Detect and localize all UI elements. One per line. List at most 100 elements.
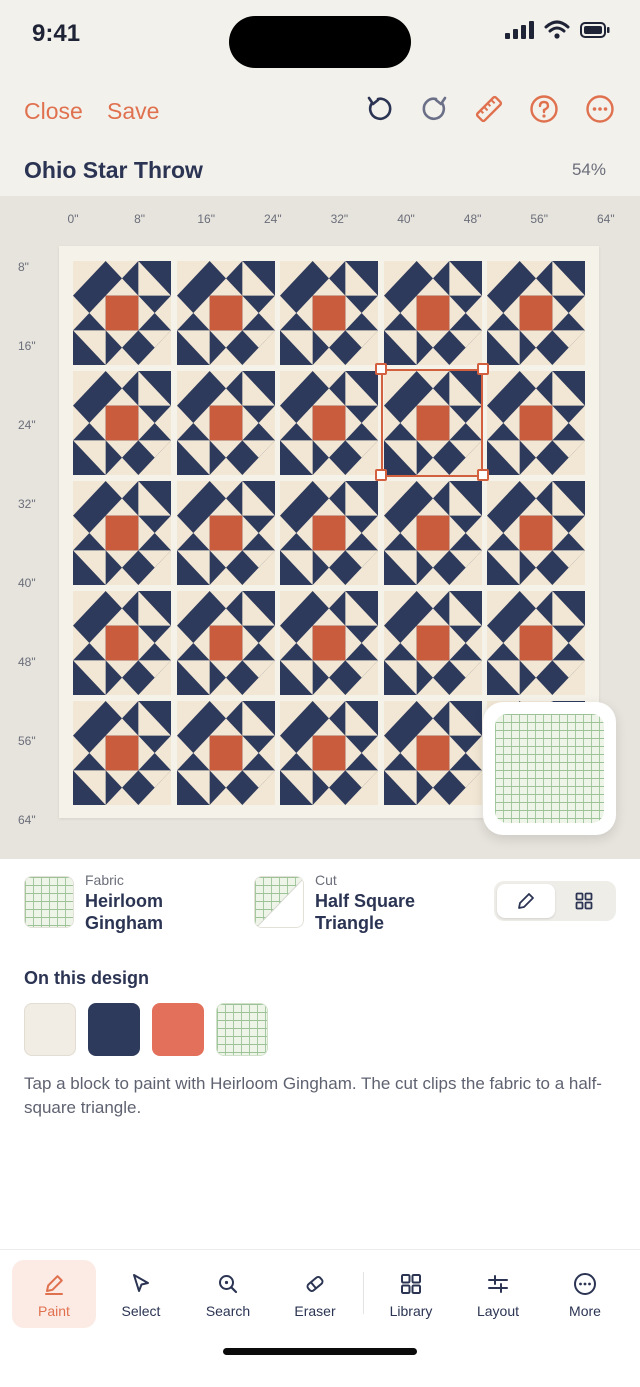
quilt-block[interactable] <box>176 591 275 695</box>
ruler-x-tick: 64" <box>596 212 615 226</box>
palette-swatch-cream[interactable] <box>24 1003 76 1056</box>
fabric-label: Fabric <box>85 872 124 888</box>
palette-swatch-coral[interactable] <box>152 1003 204 1056</box>
tab-label: Search <box>205 1303 251 1319</box>
ruler-y-tick: 40" <box>18 576 36 590</box>
quilt-block[interactable] <box>176 481 275 585</box>
battery-icon <box>580 22 610 38</box>
ruler-x-tick: 32" <box>330 212 349 226</box>
ruler-y-tick: 16" <box>18 339 36 353</box>
cut-name[interactable]: Half Square Triangle <box>315 890 475 934</box>
pencil-icon <box>518 893 534 909</box>
tab-search[interactable]: Search <box>186 1260 270 1328</box>
quilt-block[interactable] <box>73 481 171 585</box>
tab-library[interactable]: Library <box>369 1260 453 1328</box>
quilt-block[interactable] <box>176 371 275 475</box>
ruler-x-tick: 0" <box>67 212 79 226</box>
top-toolbar: Close Save <box>0 70 640 152</box>
resize-handle-top-left[interactable] <box>375 363 387 375</box>
tab-select[interactable]: Select <box>99 1260 183 1328</box>
eraser-icon <box>306 1276 324 1292</box>
paint-icon <box>45 1275 63 1295</box>
ruler-y-tick: 48" <box>18 655 36 669</box>
fabric-preview-swatch <box>495 714 604 823</box>
quilt-block[interactable] <box>487 261 586 365</box>
palette-swatch-navy[interactable] <box>88 1003 140 1056</box>
fabric-preview-card[interactable] <box>483 702 616 835</box>
mode-segmented-control <box>494 881 616 921</box>
quilt-block[interactable] <box>280 371 379 475</box>
ruler-x-tick: 8" <box>134 212 146 226</box>
cut-swatch[interactable] <box>254 876 304 928</box>
quilt-block[interactable] <box>487 481 586 585</box>
tab-more[interactable]: More <box>543 1260 627 1328</box>
tab-eraser[interactable]: Eraser <box>273 1260 357 1328</box>
ruler-x-tick: 56" <box>530 212 548 226</box>
selected-block-outline <box>381 369 483 477</box>
quilt-block[interactable] <box>280 261 379 365</box>
quilt-block[interactable] <box>73 591 171 695</box>
wifi-icon <box>544 20 570 39</box>
library-grid-icon <box>401 1274 421 1294</box>
help-icon[interactable] <box>527 92 561 126</box>
tab-paint[interactable]: Paint <box>12 1260 96 1328</box>
paint-mode-button[interactable] <box>497 884 555 918</box>
ruler-x-tick: 40" <box>397 212 415 226</box>
ruler-icon[interactable] <box>472 92 506 126</box>
quilt-block[interactable] <box>73 371 171 475</box>
ruler-y-tick: 32" <box>18 497 36 511</box>
tab-label: Paint <box>38 1303 70 1319</box>
zoom-level[interactable]: 54% <box>572 160 606 180</box>
cut-label: Cut <box>315 872 337 888</box>
tab-label: More <box>569 1303 601 1319</box>
helper-text: Tap a block to paint with Heirloom Gingh… <box>24 1074 602 1117</box>
ruler-y-tick: 24" <box>18 418 36 432</box>
grid-icon <box>575 892 593 910</box>
undo-icon[interactable] <box>362 92 396 126</box>
ruler-y-tick: 64" <box>18 813 36 827</box>
quilt-block[interactable] <box>280 591 379 695</box>
design-title: Ohio Star Throw <box>24 157 203 183</box>
resize-handle-bottom-left[interactable] <box>375 469 387 481</box>
quilt-block[interactable] <box>383 701 482 805</box>
tab-label: Library <box>389 1303 433 1319</box>
quilt-block[interactable] <box>383 591 482 695</box>
quilt-block[interactable] <box>176 701 275 805</box>
quilt-block[interactable] <box>280 481 379 585</box>
status-bar: 9:41 <box>0 0 640 70</box>
more-icon[interactable] <box>583 92 617 126</box>
bottom-tab-bar: Paint Select Search Eraser Library Layou… <box>0 1249 640 1387</box>
resize-handle-bottom-right[interactable] <box>477 469 489 481</box>
fabric-swatch[interactable] <box>24 876 74 928</box>
ruler-x-tick: 48" <box>463 212 482 226</box>
grid-mode-button[interactable] <box>555 884 613 918</box>
quilt-block[interactable] <box>383 481 482 585</box>
quilt-block[interactable] <box>176 261 275 365</box>
select-cursor-icon <box>133 1274 149 1292</box>
signal-icon <box>505 21 534 39</box>
layout-sliders-icon <box>488 1275 508 1293</box>
design-title-row: Ohio Star Throw 54% <box>0 152 640 196</box>
tab-divider <box>363 1272 364 1314</box>
resize-handle-top-right[interactable] <box>477 363 489 375</box>
quilt-block[interactable] <box>383 261 482 365</box>
dynamic-island <box>229 16 411 68</box>
close-button[interactable]: Close <box>24 98 83 125</box>
save-button[interactable]: Save <box>107 98 159 125</box>
redo-icon[interactable] <box>418 92 452 126</box>
palette-swatch-gingham[interactable] <box>216 1003 268 1056</box>
design-canvas[interactable]: 0" 8" 16" 24" 32" 40" 48" 56" 64" 8" 16" 24" 32" 40"… <box>0 196 640 859</box>
ruler-x-tick: 24" <box>263 212 282 226</box>
more-icon <box>574 1273 596 1295</box>
quilt-block[interactable] <box>73 261 171 365</box>
fabric-name[interactable]: Heirloom Gingham <box>85 890 235 934</box>
status-time: 9:41 <box>32 20 81 47</box>
quilt-block[interactable] <box>73 701 171 805</box>
ruler-y-tick: 8" <box>18 260 29 274</box>
palette-title: On this design <box>24 968 150 988</box>
quilt-block[interactable] <box>280 701 379 805</box>
tab-layout[interactable]: Layout <box>456 1260 540 1328</box>
quilt-block[interactable] <box>487 591 586 695</box>
ruler-x-tick: 16" <box>197 212 215 226</box>
quilt-block[interactable] <box>487 371 586 475</box>
